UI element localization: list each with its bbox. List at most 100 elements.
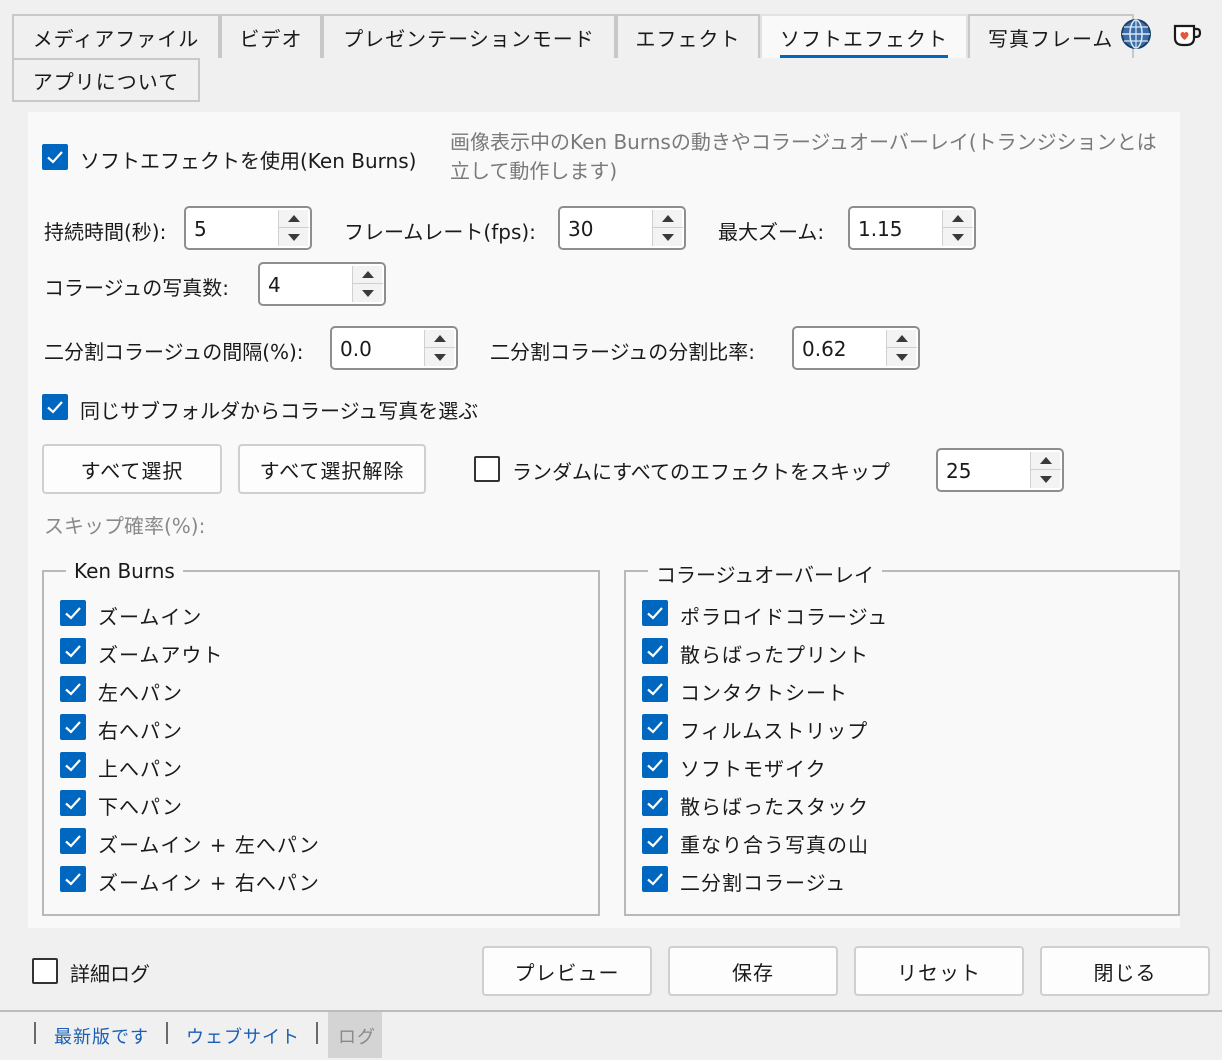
tab-effects[interactable]: エフェクト: [616, 14, 760, 58]
ken-burns-checkbox[interactable]: [60, 790, 86, 816]
checkmark-icon: [647, 759, 663, 772]
tab-label: プレゼンテーションモード: [343, 26, 595, 51]
collage-item-label: フィルムストリップ: [680, 719, 869, 743]
split-ratio-label: 二分割コラージュの分割比率:: [490, 340, 755, 364]
collage-checkbox[interactable]: [642, 714, 668, 740]
duration-spinbox[interactable]: 5: [184, 206, 312, 250]
ken-burns-checkbox[interactable]: [60, 866, 86, 892]
ken-burns-item-label: ズームイン + 右へパン: [98, 871, 320, 895]
tab-photo-frame[interactable]: 写真フレーム: [968, 14, 1134, 58]
framerate-label: フレームレート(fps):: [344, 220, 536, 244]
tab-about[interactable]: アプリについて: [12, 58, 200, 102]
spin-up-icon[interactable]: [887, 330, 917, 348]
checkmark-icon: [47, 401, 63, 414]
ken-burns-item-label: 左へパン: [98, 681, 183, 705]
save-button[interactable]: 保存: [668, 946, 838, 996]
random-skip-checkbox[interactable]: [474, 456, 500, 482]
tab-presentation-mode[interactable]: プレゼンテーションモード: [322, 14, 616, 58]
checkmark-icon: [647, 873, 663, 886]
checkmark-icon: [65, 607, 81, 620]
skip-rate-label: スキップ確率(%):: [44, 514, 206, 538]
verbose-log-checkbox[interactable]: [32, 958, 58, 984]
ken-burns-item-label: 上へパン: [98, 757, 183, 781]
tab-soft-effects[interactable]: ソフトエフェクト: [760, 14, 968, 58]
ken-burns-item-label: ズームアウト: [98, 643, 224, 667]
log-link[interactable]: ログ: [338, 1023, 376, 1049]
collage-checkbox[interactable]: [642, 638, 668, 664]
ken-burns-checkbox[interactable]: [60, 638, 86, 664]
ken-burns-group-title: Ken Burns: [66, 559, 183, 583]
collage-checkbox[interactable]: [642, 828, 668, 854]
collage-item-label: コンタクトシート: [680, 681, 848, 705]
spin-up-icon[interactable]: [1031, 452, 1061, 470]
checkmark-icon: [647, 683, 663, 696]
close-button[interactable]: 閉じる: [1040, 946, 1210, 996]
spin-up-icon[interactable]: [353, 266, 383, 284]
checkmark-icon: [65, 721, 81, 734]
collage-overlay-group-title: コラージュオーバーレイ: [648, 559, 882, 588]
tab-label: アプリについて: [32, 69, 180, 94]
reset-button[interactable]: リセット: [854, 946, 1024, 996]
same-subfolder-label: 同じサブフォルダからコラージュ写真を選ぶ: [80, 399, 479, 423]
collage-checkbox[interactable]: [642, 676, 668, 702]
spin-up-icon[interactable]: [279, 210, 309, 228]
spin-up-icon[interactable]: [653, 210, 683, 228]
status-bar-divider: [0, 1010, 1222, 1012]
tab-media-files[interactable]: メディアファイル: [12, 14, 220, 58]
collage-item-label: ポラロイドコラージュ: [680, 605, 889, 629]
tab-video[interactable]: ビデオ: [220, 14, 322, 58]
ken-burns-checkbox[interactable]: [60, 752, 86, 778]
spin-down-icon[interactable]: [425, 348, 455, 366]
collage-checkbox[interactable]: [642, 866, 668, 892]
collage-item-label: 散らばったプリント: [680, 643, 869, 667]
description-line: 画像表示中のKen Burnsの動きやコラージュオーバーレイ(トランジションとは: [450, 130, 1157, 154]
coffee-cup-icon[interactable]: [1172, 20, 1202, 48]
framerate-value: 30: [568, 217, 594, 241]
spin-down-icon[interactable]: [353, 284, 383, 302]
ken-burns-item-label: ズームイン + 左へパン: [98, 833, 320, 857]
max-zoom-spinbox[interactable]: 1.15: [848, 206, 976, 250]
spin-down-icon[interactable]: [1031, 470, 1061, 488]
split-gap-spinbox[interactable]: 0.0: [330, 326, 458, 370]
skip-rate-value: 25: [946, 459, 972, 483]
checkmark-icon: [65, 645, 81, 658]
framerate-spinbox[interactable]: 30: [558, 206, 686, 250]
tab-label: ソフトエフェクト: [780, 23, 948, 58]
deselect-all-button[interactable]: すべて選択解除: [238, 444, 426, 494]
split-gap-label: 二分割コラージュの間隔(%):: [44, 340, 304, 364]
spin-up-icon[interactable]: [425, 330, 455, 348]
collage-checkbox[interactable]: [642, 790, 668, 816]
website-link[interactable]: ウェブサイト: [186, 1023, 300, 1049]
collage-checkbox[interactable]: [642, 600, 668, 626]
checkmark-icon: [647, 645, 663, 658]
checkmark-icon: [647, 607, 663, 620]
spin-down-icon[interactable]: [653, 228, 683, 246]
checkmark-icon: [47, 151, 63, 164]
version-status-link[interactable]: 最新版です: [54, 1023, 149, 1049]
collage-count-spinbox[interactable]: 4: [258, 262, 386, 306]
checkmark-icon: [647, 797, 663, 810]
checkmark-icon: [65, 873, 81, 886]
collage-item-label: 二分割コラージュ: [680, 871, 847, 895]
tab-label: メディアファイル: [32, 26, 200, 51]
checkmark-icon: [647, 835, 663, 848]
collage-checkbox[interactable]: [642, 752, 668, 778]
ken-burns-checkbox[interactable]: [60, 714, 86, 740]
spin-down-icon[interactable]: [887, 348, 917, 366]
enable-soft-effect-checkbox[interactable]: [42, 144, 68, 170]
checkmark-icon: [65, 835, 81, 848]
select-all-button[interactable]: すべて選択: [42, 444, 222, 494]
globe-icon[interactable]: [1120, 18, 1152, 50]
split-ratio-spinbox[interactable]: 0.62: [792, 326, 920, 370]
ken-burns-checkbox[interactable]: [60, 676, 86, 702]
collage-item-label: 重なり合う写真の山: [680, 833, 869, 857]
ken-burns-checkbox[interactable]: [60, 828, 86, 854]
ken-burns-item-label: ズームイン: [98, 605, 203, 629]
same-subfolder-checkbox[interactable]: [42, 394, 68, 420]
skip-rate-spinbox[interactable]: 25: [936, 448, 1064, 492]
spin-up-icon[interactable]: [943, 210, 973, 228]
preview-button[interactable]: プレビュー: [482, 946, 652, 996]
spin-down-icon[interactable]: [943, 228, 973, 246]
ken-burns-checkbox[interactable]: [60, 600, 86, 626]
spin-down-icon[interactable]: [279, 228, 309, 246]
